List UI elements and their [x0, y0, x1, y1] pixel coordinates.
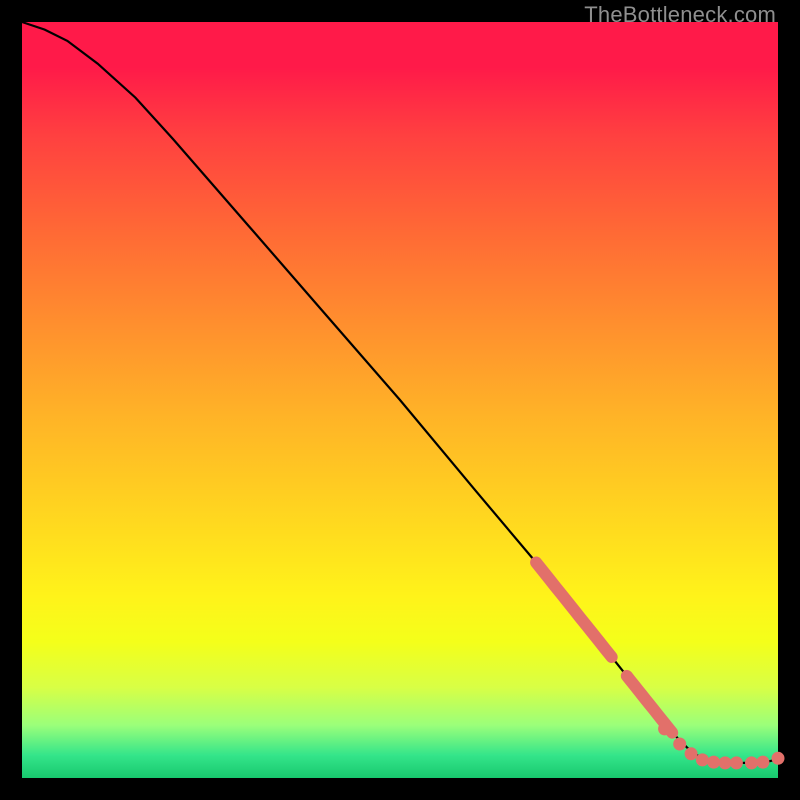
marker-dot [658, 722, 671, 735]
chart-svg [22, 22, 778, 778]
chart-frame [22, 22, 778, 778]
highlight-segments [536, 563, 672, 733]
bottleneck-curve [22, 22, 778, 763]
marker-dot [707, 756, 720, 769]
marker-dot [685, 747, 698, 760]
marker-dot [745, 756, 758, 769]
watermark-text: TheBottleneck.com [584, 2, 776, 28]
marker-dot [673, 738, 686, 751]
marker-dot [719, 756, 732, 769]
marker-dot [696, 753, 709, 766]
marker-dot [756, 756, 769, 769]
highlight-segment [536, 563, 612, 658]
marker-dot [730, 756, 743, 769]
marker-dot [772, 752, 785, 765]
